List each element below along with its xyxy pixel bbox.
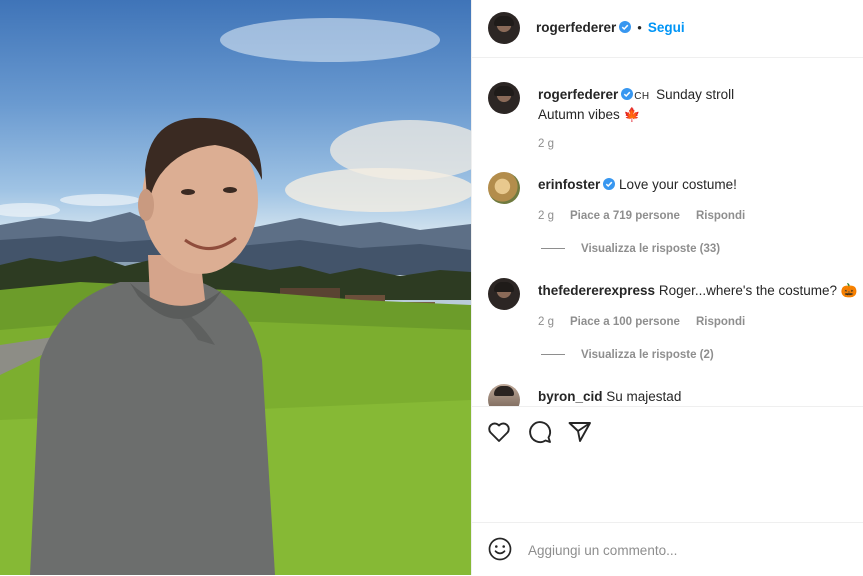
comment-age[interactable]: 2 g bbox=[538, 210, 554, 222]
reply-button[interactable]: Rispondi bbox=[696, 316, 745, 328]
maple-leaf-emoji: 🍁 bbox=[623, 107, 641, 122]
view-replies-button[interactable]: Visualizza le risposte (33) bbox=[541, 240, 720, 258]
photo-scene bbox=[0, 18, 471, 575]
caption-author[interactable]: rogerfederer bbox=[538, 87, 618, 102]
view-replies-button[interactable]: Visualizza le risposte (2) bbox=[541, 346, 714, 364]
caption-age[interactable]: 2 g bbox=[538, 138, 554, 150]
caption-line-2: Autumn vibes bbox=[538, 107, 620, 122]
verified-badge-icon bbox=[621, 88, 634, 100]
verified-badge-icon bbox=[603, 178, 616, 190]
author-username[interactable]: rogerfederer bbox=[536, 20, 616, 35]
comment-body: Su majestad bbox=[606, 389, 682, 404]
post-header: rogerfederer • Segui bbox=[472, 0, 863, 58]
commenter-username[interactable]: erinfoster bbox=[538, 177, 600, 192]
caption-author-avatar[interactable] bbox=[488, 82, 520, 114]
paper-plane-icon[interactable] bbox=[567, 419, 593, 445]
commenter-username[interactable]: thefedererexpress bbox=[538, 283, 655, 298]
caption: rogerfederer CH Sunday stroll Autumn vibe… bbox=[488, 82, 858, 152]
follow-button[interactable]: Segui bbox=[648, 20, 685, 35]
comment-age[interactable]: 2 g bbox=[538, 316, 554, 328]
comment-item: erinfoster Love your costume! 2 g Piace a… bbox=[488, 172, 858, 262]
post-photo[interactable] bbox=[0, 0, 471, 575]
post-side-panel: rogerfederer • Segui rogerfederer CH Sunday… bbox=[471, 0, 863, 575]
caption-line-1: Sunday stroll bbox=[656, 87, 735, 102]
comment-item: thefedererexpress Roger...where's the co… bbox=[488, 278, 858, 368]
comment-likes[interactable]: Piace a 719 persone bbox=[570, 210, 680, 222]
comment-likes[interactable]: Piace a 100 persone bbox=[570, 316, 680, 328]
pumpkin-emoji: 🎃 bbox=[840, 283, 858, 298]
heart-icon[interactable] bbox=[486, 419, 512, 445]
author-avatar[interactable] bbox=[488, 12, 520, 44]
commenter-avatar[interactable] bbox=[488, 384, 520, 406]
comment-body: Love your costume! bbox=[619, 177, 737, 192]
header-author-line: rogerfederer • Segui bbox=[536, 19, 685, 37]
reply-button[interactable]: Rispondi bbox=[696, 210, 745, 222]
replies-line bbox=[541, 354, 565, 356]
comment-meta: 2 g Piace a 719 persone Rispondi bbox=[538, 207, 761, 225]
view-replies-label: Visualizza le risposte (2) bbox=[581, 349, 714, 361]
comments-list[interactable]: rogerfederer CH Sunday stroll Autumn vibe… bbox=[472, 58, 863, 406]
commenter-avatar[interactable] bbox=[488, 278, 520, 310]
commenter-username[interactable]: byron_cid bbox=[538, 389, 603, 404]
smiley-icon[interactable] bbox=[488, 537, 512, 561]
caption-meta: 2 g bbox=[538, 135, 570, 153]
caption-text: rogerfederer CH Sunday stroll Autumn vibe… bbox=[538, 86, 858, 124]
speech-bubble-icon[interactable] bbox=[527, 419, 553, 445]
view-replies-label: Visualizza le risposte (33) bbox=[581, 243, 721, 255]
comment-text: erinfoster Love your costume! bbox=[538, 176, 858, 194]
replies-line bbox=[541, 248, 565, 250]
comment-input[interactable] bbox=[526, 537, 830, 563]
action-bar bbox=[472, 406, 863, 523]
comment-text: byron_cid Su majestad bbox=[538, 388, 858, 406]
comment-text: thefedererexpress Roger...where's the co… bbox=[538, 282, 858, 300]
add-comment-bar bbox=[472, 522, 863, 576]
comment-meta: 2 g Piace a 100 persone Rispondi bbox=[538, 313, 761, 331]
comment-item: byron_cid Su majestad bbox=[488, 384, 858, 406]
verified-badge-icon bbox=[619, 21, 632, 33]
location-flag-tag: CH bbox=[634, 91, 650, 102]
commenter-avatar[interactable] bbox=[488, 172, 520, 204]
header-separator: • bbox=[637, 20, 642, 35]
comment-body: Roger...where's the costume? bbox=[658, 283, 838, 298]
